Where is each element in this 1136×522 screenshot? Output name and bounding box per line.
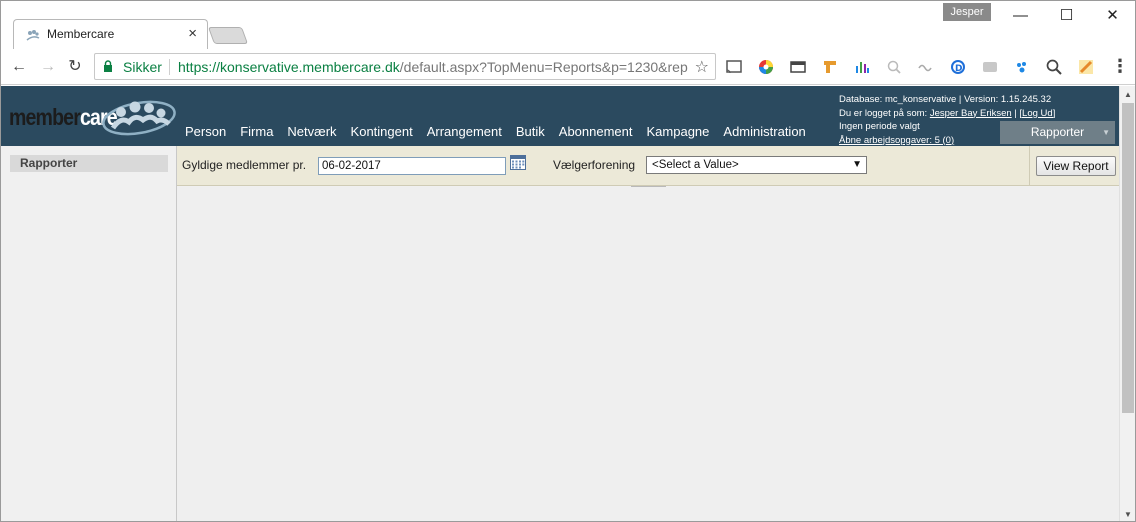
date-input[interactable]: 06-02-2017 <box>318 157 506 175</box>
valid-members-label: Gyldige medlemmer pr. <box>182 158 307 172</box>
back-arrow-icon[interactable]: ← <box>9 57 29 77</box>
maximize-icon[interactable]: ☐ <box>1044 3 1089 29</box>
nav-kontingent[interactable]: Kontingent <box>351 124 413 142</box>
reload-icon[interactable]: ↻ <box>65 57 85 77</box>
logged-in-prefix: Du er logget på som: <box>839 107 928 119</box>
logged-in-line: Du er logget på som: Jesper Bay Eriksen … <box>839 107 1056 119</box>
lock-icon <box>104 60 112 72</box>
magnifier-extension-icon[interactable] <box>1045 58 1063 76</box>
dots-extension-icon[interactable] <box>1013 58 1031 76</box>
close-window-icon[interactable]: ✕ <box>1090 3 1135 29</box>
url-text[interactable]: https://konservative.membercare.dk/defau… <box>178 59 688 75</box>
secure-label: Sikker <box>123 59 162 75</box>
report-parameters-bar: Gyldige medlemmer pr. 06-02-2017 Vælgerf… <box>177 146 1119 186</box>
forward-arrow-icon[interactable]: → <box>38 57 58 77</box>
logout-link[interactable]: [Log Ud] <box>1019 108 1055 119</box>
select-value: <Select a Value> <box>652 159 739 171</box>
ruler-extension-icon[interactable] <box>821 58 839 76</box>
report-viewer-area <box>177 187 1119 521</box>
rapporter-section-button[interactable]: Rapporter ▼ <box>1000 121 1115 144</box>
svg-text:D: D <box>955 64 962 74</box>
calendar-icon[interactable] <box>510 155 526 170</box>
minimize-icon[interactable]: — <box>998 3 1043 29</box>
sidebar: Rapporter <box>1 146 177 521</box>
nav-firma[interactable]: Firma <box>240 124 273 142</box>
open-tasks-link[interactable]: Åbne arbejdsopgaver: 5 (0) <box>839 135 954 146</box>
membercare-page: membercare Person Firma Netværk Kontinge… <box>1 86 1119 521</box>
nav-netvaerk[interactable]: Netværk <box>287 124 336 142</box>
bookmark-star-icon[interactable]: ☆ <box>695 57 709 77</box>
scroll-down-icon[interactable]: ▼ <box>1124 510 1132 519</box>
d-extension-icon[interactable]: D <box>949 58 967 76</box>
window-extension-icon[interactable] <box>789 58 807 76</box>
browser-menu-icon[interactable]: ⋮ <box>1111 57 1129 77</box>
url-host: https://konservative.membercare.dk <box>178 59 400 75</box>
view-report-button[interactable]: View Report <box>1036 156 1116 176</box>
vertical-scrollbar[interactable]: ▲ ▼ <box>1119 86 1135 521</box>
scroll-up-icon[interactable]: ▲ <box>1124 90 1132 99</box>
tab-close-icon[interactable]: × <box>188 25 197 42</box>
rapporter-label: Rapporter <box>1030 125 1085 139</box>
logo-people-icon <box>102 100 176 136</box>
membercare-favicon-icon <box>26 30 40 41</box>
profile-badge[interactable]: Jesper <box>943 3 991 21</box>
tab-title: Membercare <box>47 27 115 41</box>
select-arrow-icon: ▼ <box>852 159 862 170</box>
pencil-extension-icon[interactable] <box>1077 58 1095 76</box>
new-tab-button[interactable] <box>207 27 249 44</box>
title-bar: Membercare × Jesper — ☐ ✕ <box>1 1 1135 49</box>
browser-toolbar: ← → ↻ Sikker https://konservative.member… <box>1 49 1135 85</box>
nav-abonnement[interactable]: Abonnement <box>559 124 633 142</box>
membercare-logo[interactable]: membercare <box>9 94 179 138</box>
main-navigation: Person Firma Netværk Kontingent Arrangem… <box>185 124 820 142</box>
cast-icon[interactable] <box>725 58 743 76</box>
voter-association-select[interactable]: <Select a Value> ▼ <box>646 156 867 174</box>
scroll-thumb[interactable] <box>1122 103 1134 413</box>
view-report-area: View Report <box>1029 146 1119 186</box>
logo-member: member <box>9 104 81 130</box>
nav-kampagne[interactable]: Kampagne <box>647 124 710 142</box>
user-name-link[interactable]: Jesper Bay Eriksen <box>930 108 1012 119</box>
chart-extension-icon[interactable] <box>853 58 871 76</box>
nav-person[interactable]: Person <box>185 124 226 142</box>
search-page-extension-icon[interactable] <box>885 58 903 76</box>
app-header: membercare Person Firma Netværk Kontinge… <box>1 86 1119 146</box>
address-separator <box>169 59 170 75</box>
color-wheel-extension-icon[interactable] <box>757 58 775 76</box>
dropdown-caret-icon: ▼ <box>1102 128 1110 137</box>
browser-window: Membercare × Jesper — ☐ ✕ ← → ↻ Sikker h… <box>0 0 1136 522</box>
url-path: /default.aspx?TopMenu=Reports&p=1230&rep <box>399 59 688 75</box>
database-line: Database: mc_konservative | Version: 1.1… <box>839 94 1052 105</box>
nav-butik[interactable]: Butik <box>516 124 545 142</box>
voter-association-label: Vælgerforening <box>553 158 636 172</box>
address-bar[interactable]: Sikker https://konservative.membercare.d… <box>94 53 716 80</box>
browser-tab[interactable]: Membercare × <box>13 19 208 49</box>
grey-box-extension-icon[interactable] <box>981 58 999 76</box>
sidebar-item-rapporter[interactable]: Rapporter <box>10 155 168 172</box>
nav-administration[interactable]: Administration <box>723 124 805 142</box>
nav-arrangement[interactable]: Arrangement <box>427 124 502 142</box>
wave-extension-icon[interactable] <box>917 58 935 76</box>
